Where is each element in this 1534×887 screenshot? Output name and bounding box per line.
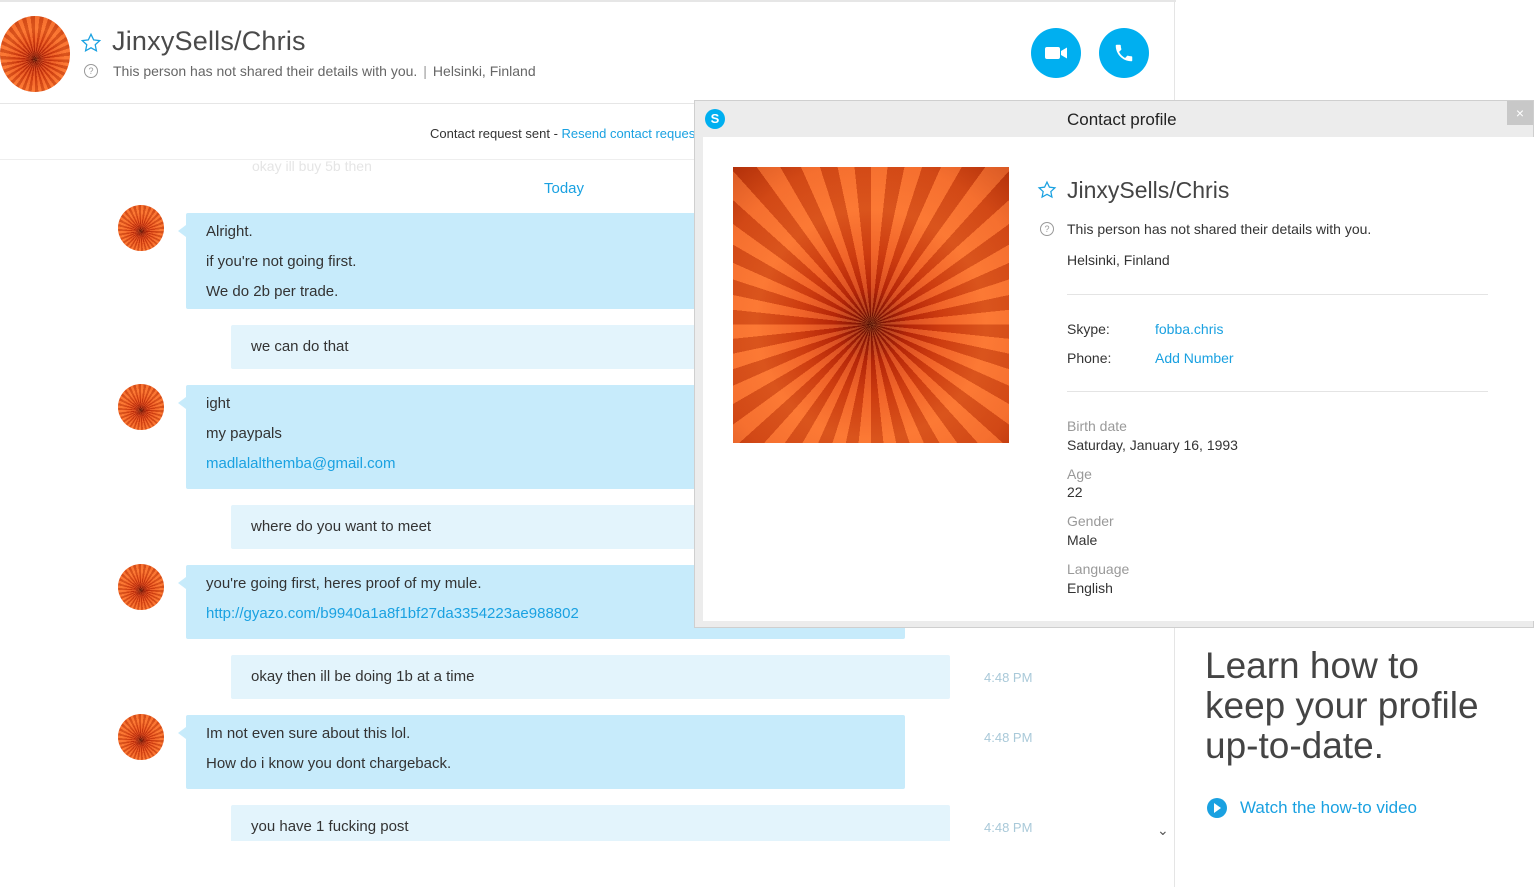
subtitle-separator: | bbox=[423, 63, 427, 79]
gender-label: Gender bbox=[1067, 513, 1114, 529]
message-bubble: you have 1 fucking post bbox=[231, 805, 950, 841]
message-bubble: Im not even sure about this lol. How do … bbox=[178, 715, 905, 789]
video-call-button[interactable] bbox=[1031, 28, 1081, 78]
language-label: Language bbox=[1067, 561, 1130, 577]
profile-body: JinxySells/Chris ? This person has not s… bbox=[703, 137, 1534, 621]
contact-profile-dialog: S Contact profile × JinxySells/Chris ? T… bbox=[694, 100, 1534, 628]
help-icon: ? bbox=[1040, 222, 1054, 236]
notice-label: Contact request sent - bbox=[430, 126, 558, 141]
bubble-tail bbox=[178, 397, 186, 409]
skype-label: Skype: bbox=[1067, 321, 1110, 337]
learn-line: keep your profile bbox=[1205, 685, 1479, 726]
message-line: How do i know you dont chargeback. bbox=[206, 755, 452, 772]
divider bbox=[1067, 391, 1488, 392]
message-line: you have 1 fucking post bbox=[251, 818, 409, 835]
phone-label: Phone: bbox=[1067, 350, 1112, 366]
skype-id-link[interactable]: fobba.chris bbox=[1155, 321, 1223, 337]
message-bubble: okay then ill be doing 1b at a time bbox=[231, 655, 950, 699]
resend-request-link[interactable]: Resend contact request bbox=[562, 126, 699, 141]
message-line: Im not even sure about this lol. bbox=[206, 725, 411, 742]
date-separator: Today bbox=[544, 180, 585, 197]
notice-text: Contact request sent - Resend contact re… bbox=[430, 126, 699, 141]
contact-status: This person has not shared their details… bbox=[113, 63, 418, 79]
skype-logo-icon: S bbox=[705, 109, 725, 129]
message-avatar[interactable] bbox=[118, 714, 164, 760]
bubble-tail bbox=[178, 727, 186, 739]
contact-name[interactable]: JinxySells/Chris bbox=[112, 26, 306, 57]
add-number-link[interactable]: Add Number bbox=[1155, 350, 1234, 366]
age-label: Age bbox=[1067, 466, 1092, 482]
contact-avatar[interactable] bbox=[0, 16, 70, 92]
help-icon: ? bbox=[84, 64, 98, 78]
learn-heading: Learn how to keep your profile up-to-dat… bbox=[1205, 646, 1479, 766]
message-timestamp: 4:48 PM bbox=[984, 730, 1033, 745]
bubble-tail bbox=[178, 225, 186, 237]
divider bbox=[1067, 294, 1488, 295]
message-avatar[interactable] bbox=[118, 205, 164, 251]
scroll-down-chevron-icon[interactable]: ⌄ bbox=[1157, 822, 1169, 839]
birth-date-value: Saturday, January 16, 1993 bbox=[1067, 437, 1238, 453]
close-button[interactable]: × bbox=[1507, 101, 1533, 125]
profile-location: Helsinki, Finland bbox=[1067, 252, 1170, 268]
gender-value: Male bbox=[1067, 532, 1098, 548]
play-icon bbox=[1207, 798, 1227, 818]
message-avatar[interactable] bbox=[118, 564, 164, 610]
favorite-star-icon[interactable] bbox=[1037, 180, 1057, 200]
age-value: 22 bbox=[1067, 484, 1083, 500]
dialog-titlebar[interactable]: S Contact profile × bbox=[695, 101, 1533, 137]
audio-call-button[interactable] bbox=[1099, 28, 1149, 78]
learn-line: Learn how to bbox=[1205, 645, 1419, 686]
watch-video-link[interactable]: Watch the how-to video bbox=[1207, 798, 1417, 818]
language-value: English bbox=[1067, 580, 1113, 596]
profile-status: This person has not shared their details… bbox=[1067, 221, 1372, 237]
watch-video-label[interactable]: Watch the how-to video bbox=[1240, 798, 1417, 818]
bubble-tail bbox=[178, 577, 186, 589]
message-avatar[interactable] bbox=[118, 384, 164, 430]
favorite-star-icon[interactable] bbox=[80, 32, 102, 54]
message-timestamp: 4:48 PM bbox=[984, 670, 1033, 685]
contact-location: Helsinki, Finland bbox=[432, 63, 536, 79]
learn-line: up-to-date. bbox=[1205, 725, 1384, 766]
video-camera-icon bbox=[1045, 47, 1067, 59]
phone-icon bbox=[1115, 44, 1133, 62]
profile-picture bbox=[733, 167, 1009, 443]
conversation-header: JinxySells/Chris ? This person has not s… bbox=[0, 2, 1174, 104]
message-line: okay then ill be doing 1b at a time bbox=[251, 668, 475, 685]
birth-date-label: Birth date bbox=[1067, 418, 1127, 434]
contact-subtitle: This person has not shared their details… bbox=[113, 63, 536, 79]
dialog-title: Contact profile bbox=[1067, 110, 1177, 129]
message-timestamp: 4:48 PM bbox=[984, 820, 1033, 835]
faded-message: okay ill buy 5b then bbox=[252, 161, 372, 174]
profile-name: JinxySells/Chris bbox=[1067, 177, 1230, 203]
